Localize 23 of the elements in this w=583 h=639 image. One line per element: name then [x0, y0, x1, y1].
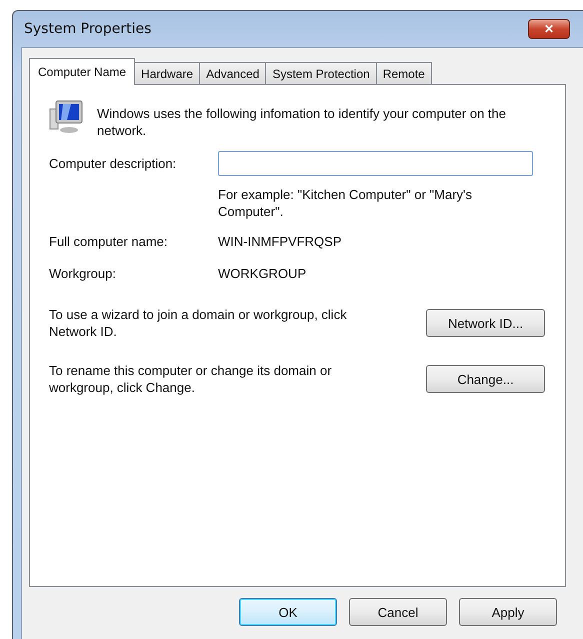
dialog-button[interactable]: Cancel — [349, 598, 447, 626]
tab[interactable]: Computer Name — [29, 58, 136, 85]
hint-text: For example: "Kitchen Computer" or "Mary's Computer". — [218, 186, 474, 220]
instruction-text: To use a wizard to join a domain or workgroup, click Network ID. — [49, 306, 348, 340]
field-value: WIN-INMFPVFRQSP — [218, 234, 342, 248]
tab[interactable]: Advanced — [199, 62, 266, 84]
field-label: Workgroup: — [49, 266, 117, 280]
action-button[interactable]: Change... — [426, 365, 545, 393]
computer-icon — [49, 99, 83, 135]
dialog-button[interactable]: OK — [239, 598, 337, 626]
tab[interactable]: Remote — [376, 62, 432, 84]
field-value: WORKGROUP — [218, 266, 306, 280]
field-label: Computer description: — [49, 156, 178, 171]
dialog-button[interactable]: Apply — [459, 598, 557, 626]
tab[interactable]: System Protection — [265, 62, 377, 84]
field-label: Full computer name: — [49, 234, 168, 248]
description-field[interactable] — [218, 151, 533, 176]
window-title: System Properties — [24, 21, 152, 37]
intro-text: Windows uses the following infomation to identify your computer on the network. — [97, 105, 507, 139]
close-button[interactable]: ✕ — [528, 19, 570, 39]
instruction-text: To rename this computer or change its domain or workgroup, click Change. — [49, 362, 333, 396]
tab[interactable]: Hardware — [134, 62, 200, 84]
action-button[interactable]: Network ID... — [426, 309, 545, 337]
